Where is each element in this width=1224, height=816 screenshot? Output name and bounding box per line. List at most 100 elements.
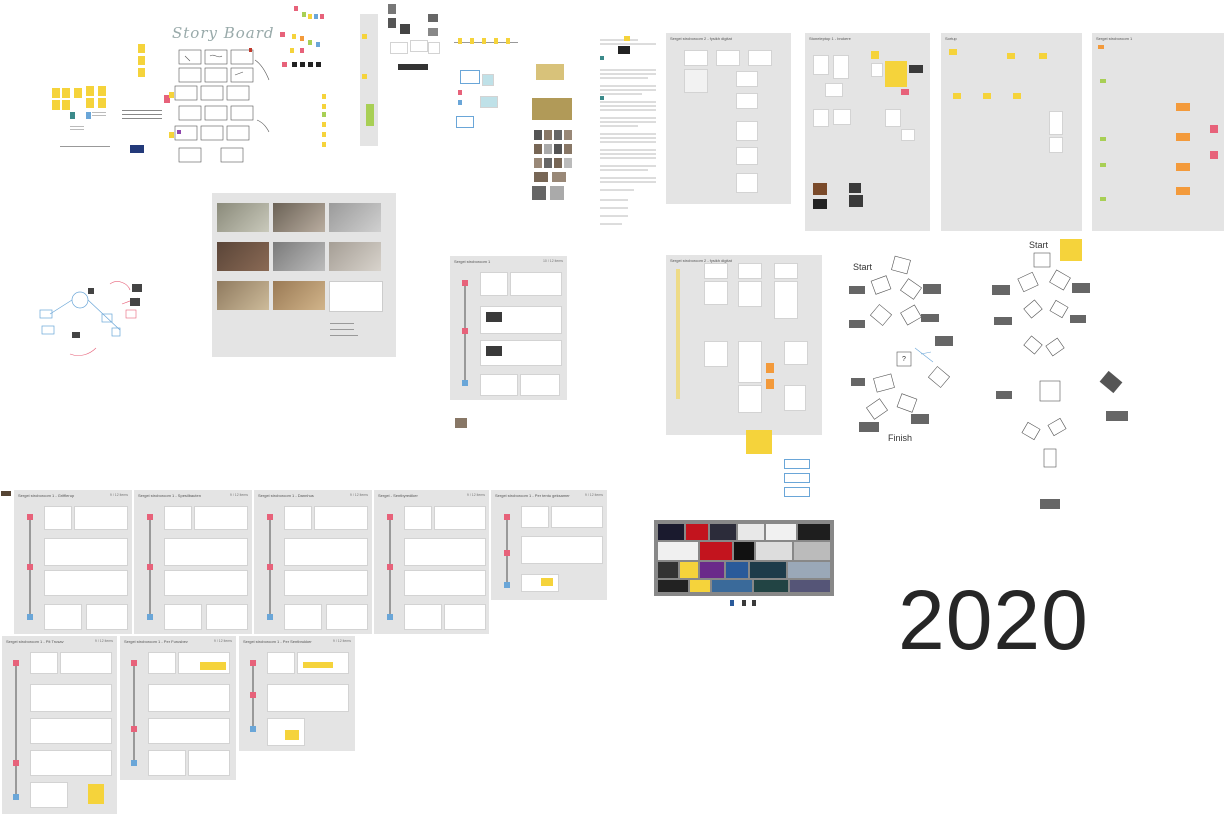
mood-image[interactable] xyxy=(686,524,708,540)
flow-card[interactable] xyxy=(30,718,112,744)
image-thumbnail[interactable] xyxy=(564,144,572,154)
flow-card[interactable] xyxy=(148,750,186,776)
flow-card[interactable] xyxy=(30,782,68,808)
timeline-marker[interactable] xyxy=(504,514,510,520)
sticky-note[interactable] xyxy=(1013,93,1021,99)
sticky-note[interactable] xyxy=(314,14,318,19)
flow-card[interactable] xyxy=(60,652,112,674)
flow-card[interactable] xyxy=(314,506,368,530)
room-photo[interactable] xyxy=(217,281,269,310)
sticky-note[interactable] xyxy=(458,90,462,95)
wireframe-card[interactable] xyxy=(480,96,498,108)
image-thumbnail[interactable] xyxy=(534,158,542,168)
sticky-note[interactable] xyxy=(86,112,91,119)
wireframe-card[interactable] xyxy=(813,109,829,127)
image-thumbnail[interactable] xyxy=(388,4,396,14)
sticky-note[interactable] xyxy=(766,379,774,389)
flow-card[interactable] xyxy=(74,506,128,530)
image-thumbnail[interactable] xyxy=(564,130,572,140)
sticky-note[interactable] xyxy=(1100,79,1106,83)
image-thumbnail[interactable] xyxy=(554,144,562,154)
wireframe-flow-panel[interactable]: Sergei stroboroom 2 - fysikh digitat xyxy=(666,255,822,435)
timeline-marker[interactable] xyxy=(147,614,153,620)
wireframe-card[interactable] xyxy=(428,42,440,54)
wireframe-card[interactable] xyxy=(716,50,740,66)
mood-image[interactable] xyxy=(738,524,764,540)
storyboard-sketch-area[interactable] xyxy=(165,20,275,175)
sticky-note[interactable] xyxy=(70,112,75,119)
mood-image[interactable] xyxy=(798,524,830,540)
flow-card[interactable] xyxy=(44,604,82,630)
sticky-note[interactable] xyxy=(458,38,462,44)
sticky-note[interactable] xyxy=(322,132,326,137)
mood-image[interactable] xyxy=(754,580,788,592)
sticky-note[interactable] xyxy=(303,662,333,668)
flow-card[interactable] xyxy=(30,652,58,674)
room-photo[interactable] xyxy=(217,242,269,271)
flow-card[interactable] xyxy=(164,538,248,566)
timeline-marker[interactable] xyxy=(504,582,510,588)
sticky-note[interactable] xyxy=(74,88,82,98)
sticky-note[interactable] xyxy=(294,6,298,11)
mood-image[interactable] xyxy=(750,562,786,578)
sticky-note[interactable] xyxy=(292,62,297,67)
mood-image[interactable] xyxy=(734,542,754,560)
timeline-marker[interactable] xyxy=(387,564,393,570)
flow-card[interactable] xyxy=(164,506,192,530)
sticky-note[interactable] xyxy=(308,40,312,45)
image-thumbnail[interactable] xyxy=(544,130,552,140)
wireframe-card[interactable] xyxy=(410,40,428,52)
wireframe-card[interactable] xyxy=(736,173,758,193)
room-photo[interactable] xyxy=(329,281,383,312)
wireframe-card[interactable] xyxy=(813,55,829,75)
mood-image[interactable] xyxy=(726,562,748,578)
sticky-note[interactable] xyxy=(322,122,326,127)
flow-panel-sentbyrediker[interactable]: Sergei - Sentbyrediker 9 / 12 items xyxy=(374,490,489,634)
sticky-note[interactable] xyxy=(1100,197,1106,201)
image-thumbnail[interactable] xyxy=(400,24,410,34)
sticky-note[interactable] xyxy=(322,142,326,147)
timeline-marker[interactable] xyxy=(13,794,19,800)
wireframe-card[interactable] xyxy=(871,63,883,77)
wireframe-card[interactable] xyxy=(738,263,762,279)
image-thumbnail[interactable] xyxy=(536,64,564,80)
image-thumbnail[interactable] xyxy=(550,186,564,200)
timeline-marker[interactable] xyxy=(131,726,137,732)
sticky-note[interactable] xyxy=(290,48,294,53)
mood-image[interactable] xyxy=(658,562,678,578)
wireframe-card[interactable] xyxy=(833,55,849,79)
wireframe-card[interactable] xyxy=(684,69,708,93)
flow-card[interactable] xyxy=(206,604,248,630)
sticky-note[interactable] xyxy=(52,100,60,110)
flow-card[interactable] xyxy=(164,570,248,596)
wireframe-card[interactable] xyxy=(784,341,808,365)
mood-image[interactable] xyxy=(680,562,698,578)
wireframe-card[interactable] xyxy=(784,385,806,411)
panel-sergei-digital[interactable]: Sergei stroboroom 2 - fysikh digitat xyxy=(666,33,791,204)
flow-card[interactable] xyxy=(164,604,202,630)
sticky-note[interactable] xyxy=(1060,239,1082,261)
image-thumbnail[interactable] xyxy=(1,491,11,496)
mood-image[interactable] xyxy=(658,580,688,592)
wireframe-card[interactable] xyxy=(738,385,762,413)
flow-card[interactable] xyxy=(510,272,562,296)
sticky-note[interactable] xyxy=(62,88,70,98)
sticky-note[interactable] xyxy=(470,38,474,44)
flow-card[interactable] xyxy=(44,506,72,530)
sticky-note[interactable] xyxy=(282,62,287,67)
sticky-note[interactable] xyxy=(300,48,304,53)
sticky-note[interactable] xyxy=(1176,163,1190,171)
image-thumbnail[interactable] xyxy=(455,418,467,428)
wireframe-card[interactable] xyxy=(885,109,901,127)
image-thumbnail[interactable] xyxy=(532,98,572,120)
sticky-note[interactable] xyxy=(88,784,104,804)
image-thumbnail[interactable] xyxy=(813,199,827,209)
sticky-note[interactable] xyxy=(62,100,70,110)
flow-card[interactable] xyxy=(148,718,230,744)
photo-gallery-panel[interactable] xyxy=(212,193,396,357)
flow-card[interactable] xyxy=(284,538,368,566)
text-document[interactable] xyxy=(598,30,660,230)
flow-panel-grifflerup[interactable]: Sergei stroboroom 1 - Grifflerup 9 / 12 … xyxy=(14,490,132,634)
flow-card[interactable] xyxy=(434,506,486,530)
wireframe-card[interactable] xyxy=(774,263,798,279)
